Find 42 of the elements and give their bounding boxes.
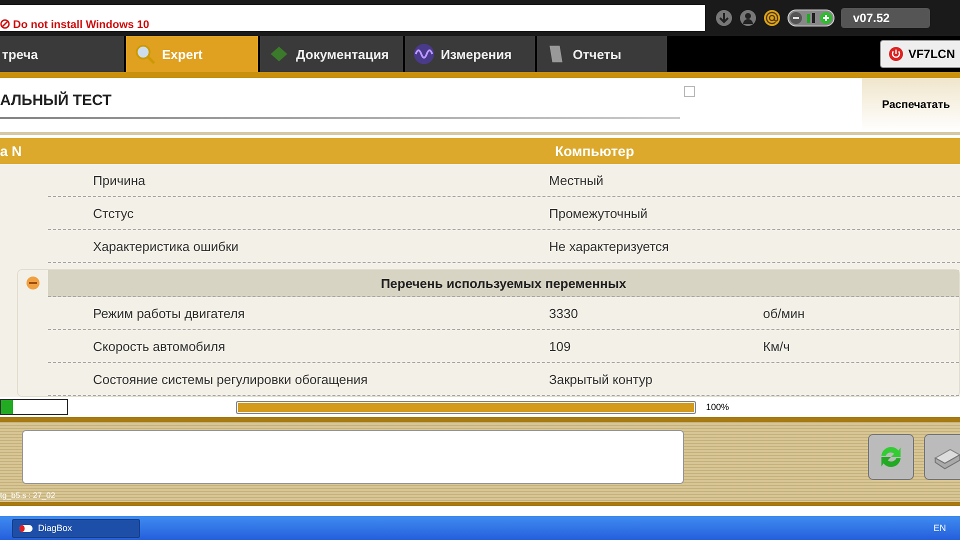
magnifier-icon [134,43,156,65]
table-cell-text: 3330 [549,306,579,320]
tab[interactable]: Измерения [404,36,535,72]
taskbar-item[interactable]: DiagBox [12,518,140,538]
vehicle-button[interactable]: VF7LCN [880,40,960,68]
table-cell: Км/ч [763,338,790,354]
printer-button[interactable] [924,434,960,480]
table-cell-text: Состояние системы регулировки обогащения [92,372,369,386]
user-icon[interactable] [739,9,757,27]
table-cell-text: Промежуточный [549,206,648,220]
table-cell-text: Скорость автомобиля [92,338,226,354]
status-code: tg_b5.s : 27_02 [0,491,56,500]
table-cell-text: Режим работы двигателя [92,306,246,320]
download-icon[interactable] [715,9,733,27]
power-icon [889,47,904,61]
prohibited-icon [0,19,10,29]
version-field: v07.52 [841,8,930,28]
table-cell-text: Стстус [92,206,135,220]
table-cell-text: Закрытый контур [549,372,654,386]
refresh-button[interactable] [868,434,914,480]
app-icon [19,524,33,532]
language-indicator[interactable]: EN [933,523,946,533]
table-cell-text: Причина [92,172,146,188]
tab[interactable]: Документация [260,36,403,72]
table-cell-text: Не характеризуется [549,238,670,254]
email-icon[interactable] [763,9,781,27]
waveform-icon [412,43,435,65]
progress-reading: 100% [706,402,730,412]
table-cell-text: Местный [549,172,604,188]
collapse-icon[interactable] [26,276,40,290]
page-title: АЛЬНЫЙ ТЕСТ [0,92,113,108]
column-header: Компьютер [555,143,634,159]
notice-text: Do not install Windows 10 [13,19,150,31]
table-cell: об/мин [763,306,805,320]
table-cell-text: 109 [549,338,572,354]
tab[interactable]: треча [0,36,124,72]
section-header: Перечень используемых переменных [48,270,959,297]
volume-control[interactable] [787,9,835,27]
small-square-icon [684,86,695,97]
tab[interactable]: Отчеты [536,36,667,72]
table-cell-text: Характеристика ошибки [92,238,240,254]
column-header: a N [0,143,23,159]
